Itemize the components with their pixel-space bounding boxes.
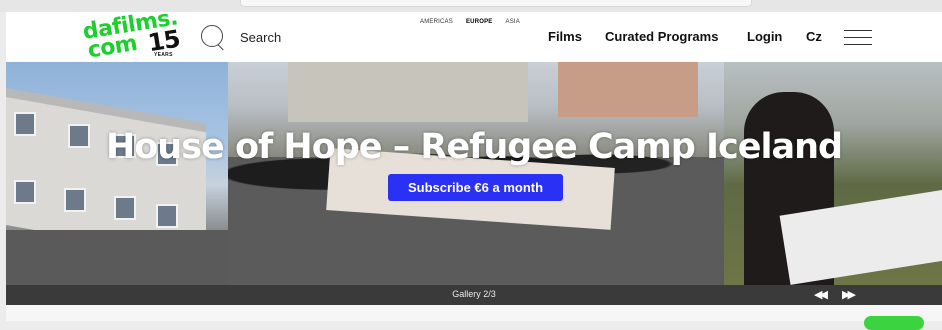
dafilms-logo[interactable]: dafilms. com 15 YEARS [76,5,186,63]
content-below [6,305,942,330]
gallery-photo-building [6,62,228,285]
nav-curated-programs[interactable]: Curated Programs [605,29,718,44]
site-header: dafilms. com 15 YEARS Search AMERICAS EU… [6,5,942,63]
gallery-counter: Gallery 2/3 [452,289,496,299]
search-icon[interactable] [199,24,229,51]
green-toggle-button[interactable] [864,316,924,330]
region-europe[interactable]: EUROPE [466,19,493,25]
film-title: House of Hope – Refugee Camp Iceland [105,127,843,167]
nav-films[interactable]: Films [548,29,582,44]
hero-gallery: House of Hope – Refugee Camp Iceland Sub… [6,62,942,285]
region-asia[interactable]: ASIA [506,19,520,25]
search-trigger[interactable]: Search [199,24,282,51]
previous-arrow-icon[interactable]: ◀◀ [814,288,828,301]
gallery-bar: Gallery 2/3 ◀◀ ▶▶ [6,285,942,305]
gallery-photo-sign [724,62,942,285]
page: dafilms. com 15 YEARS Search AMERICAS EU… [6,5,942,330]
hamburger-menu-icon[interactable] [844,28,872,46]
nav-login[interactable]: Login [747,29,782,44]
subscribe-button[interactable]: Subscribe €6 a month [388,174,563,201]
region-americas[interactable]: AMERICAS [420,19,453,25]
language-switch[interactable]: Cz [806,29,822,44]
browser-address-bar[interactable] [240,0,752,7]
search-label: Search [240,29,282,45]
region-switcher: AMERICAS EUROPE ASIA [420,19,520,25]
logo-anniversary-word: YEARS [154,52,173,58]
next-arrow-icon[interactable]: ▶▶ [842,288,856,301]
